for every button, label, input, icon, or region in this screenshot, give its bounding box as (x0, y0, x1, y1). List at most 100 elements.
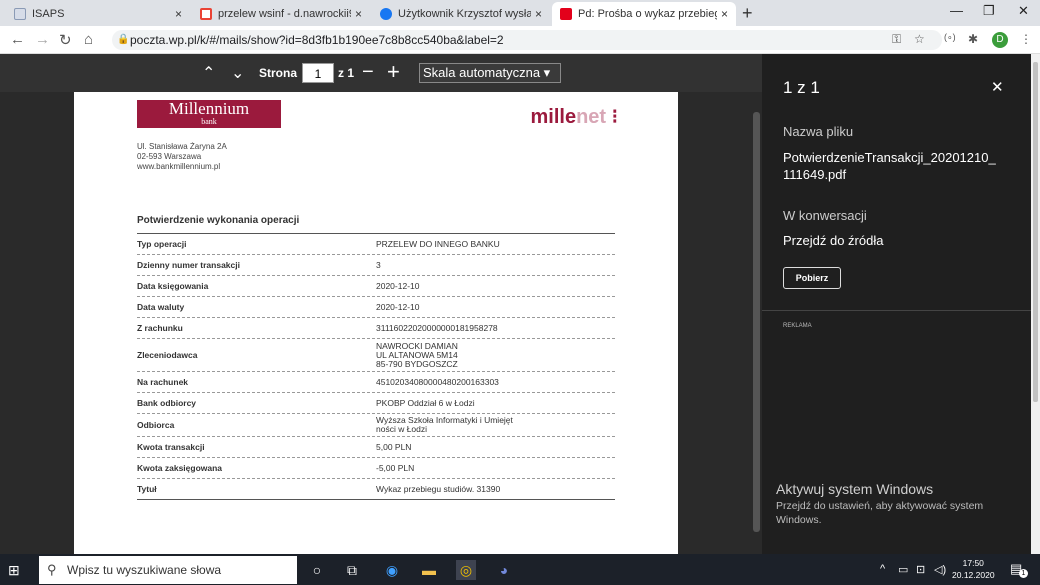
volume-icon[interactable]: ◁) (934, 563, 946, 576)
edge-icon[interactable]: ◉ (382, 560, 402, 580)
table-row: Odbiorca Wyższa Szkoła Informatyki i Umie… (137, 414, 615, 437)
row-value: 31116022020000000181958278 (376, 322, 498, 333)
minimize-button[interactable]: — (950, 3, 963, 18)
activation-body: Przejdź do ustawień, aby aktywować syste… (776, 500, 984, 526)
row-value: Wykaz przebiegu studiów. 31390 (376, 483, 501, 494)
zoom-in-button[interactable]: + (387, 59, 400, 85)
go-to-source-link[interactable]: Przejdź do źródła (783, 232, 883, 249)
table-row: Data księgowania 2020-12-10 (137, 276, 615, 297)
profile-avatar[interactable]: D (992, 32, 1008, 48)
table-row: Tytuł Wykaz przebiegu studiów. 31390 (137, 479, 615, 500)
search-icon: ⚲ (47, 562, 57, 577)
row-key: Kwota transakcji (137, 442, 205, 452)
address-bar: ← → ↻ ⌂ 🔒 poczta.wp.pl/k/#/mails/show?id… (0, 26, 1040, 54)
row-key: Bank odbiorcy (137, 398, 197, 408)
tab-wp-mail[interactable]: Pd: Prośba o wykaz przebiegu stu × (552, 2, 736, 26)
close-icon[interactable]: × (355, 7, 362, 21)
network-icon[interactable]: ⊡ (916, 563, 925, 576)
chevron-up-icon[interactable]: ^ (880, 563, 885, 575)
tab-isaps[interactable]: ISAPS × (6, 2, 190, 26)
puzzle-icon[interactable]: ✱ (968, 32, 978, 46)
new-tab-button[interactable]: + (742, 3, 753, 24)
tab-facebook[interactable]: Użytkownik Krzysztof wysłał wiad × (372, 2, 550, 26)
row-value: 45102034080000480200163303 (376, 376, 499, 387)
star-icon[interactable]: ☆ (914, 32, 925, 46)
table-row: Zleceniodawca NAWROCKI DAMIAN UL ALTANOWA… (137, 339, 615, 372)
row-value: PKOBP Oddział 6 w Łodzi (376, 397, 475, 408)
document-title: Potwierdzenie wykonania operacji (137, 215, 300, 226)
close-icon[interactable]: × (535, 7, 542, 21)
battery-icon[interactable]: ▭ (898, 563, 908, 576)
tab-title: ISAPS (32, 8, 65, 20)
download-button[interactable]: Pobierz (783, 267, 841, 289)
menu-dots-icon[interactable]: ⋮ (1020, 32, 1032, 46)
chrome-icon[interactable]: ◎ (456, 560, 476, 580)
row-value: 2020-12-10 (376, 301, 420, 312)
restore-button[interactable]: ❐ (983, 3, 995, 19)
ad-label: REKLAMA (783, 323, 812, 329)
row-key: Tytuł (137, 484, 157, 494)
file-name-label: Nazwa pliku (783, 124, 854, 139)
taskbar: ⊞ ⚲ Wpisz tu wyszukiwane słowa ○ ⧉ ◉ ▬ ◎… (0, 554, 1040, 585)
search-placeholder: Wpisz tu wyszukiwane słowa (67, 563, 222, 577)
wp-icon (560, 8, 572, 20)
row-key: Na rachunek (137, 377, 189, 387)
page-label: Strona (259, 66, 298, 80)
table-row: Typ operacji PRZELEW DO INNEGO BANKU (137, 234, 615, 255)
cortana-icon[interactable]: ○ (307, 560, 327, 580)
back-arrow-icon[interactable]: ← (10, 31, 25, 48)
table-row: Z rachunku 31116022020000000181958278 (137, 318, 615, 339)
key-icon[interactable]: ⚿ (892, 32, 901, 47)
panel-scrollbar-thumb[interactable] (1033, 62, 1038, 402)
pdf-page: Millennium bank millenet ⁝ Ul. Stanisław… (74, 92, 678, 554)
tab-title: Użytkownik Krzysztof wysłał wiad (398, 8, 531, 20)
table-row: Na rachunek 45102034080000480200163303 (137, 372, 615, 393)
activation-title: Aktywuj system Windows (776, 481, 934, 497)
row-key: Odbiorca (137, 420, 175, 430)
attachment-info-panel: 1 z 1 ✕ Nazwa pliku PotwierdzenieTransak… (762, 54, 1040, 554)
extension-icon[interactable]: (∘) (944, 32, 956, 43)
clock[interactable]: 17:50 20.12.2020 (952, 557, 995, 581)
bank-address: Ul. Stanisława Żaryna 2A 02-593 Warszawa… (137, 142, 227, 171)
lock-icon: 🔒 (117, 34, 130, 45)
facebook-icon (380, 8, 392, 20)
transaction-table: Typ operacji PRZELEW DO INNEGO BANKU Dzie… (137, 234, 615, 500)
next-page-icon[interactable]: ⌄ (231, 63, 244, 83)
previous-page-icon[interactable]: ⌃ (202, 63, 215, 83)
zoom-out-button[interactable]: − (362, 61, 374, 84)
logo-text: Millennium (168, 99, 250, 118)
row-key: Data waluty (137, 302, 185, 312)
clock-date: 20.12.2020 (952, 570, 995, 580)
pdf-scrollbar-thumb[interactable] (753, 112, 760, 532)
row-value: 3 (376, 259, 381, 270)
tab-title: Pd: Prośba o wykaz przebiegu stu (578, 8, 717, 20)
table-row: Kwota zaksięgowana -5,00 PLN (137, 458, 615, 479)
forward-arrow-icon[interactable]: → (35, 31, 50, 48)
taskbar-search[interactable]: ⚲ Wpisz tu wyszukiwane słowa (39, 556, 297, 584)
tab-gmail[interactable]: przelew wsinf - d.nawrockii90@g × (192, 2, 370, 26)
windows-start-icon[interactable]: ⊞ (8, 562, 20, 579)
close-icon[interactable]: × (721, 7, 728, 21)
close-window-button[interactable]: ✕ (1018, 3, 1029, 19)
row-value: 2020-12-10 (376, 280, 420, 291)
tab-strip: ISAPS × przelew wsinf - d.nawrockii90@g … (0, 0, 1040, 26)
close-icon[interactable]: × (175, 7, 182, 21)
attachment-counter: 1 z 1 (783, 78, 820, 97)
row-value: NAWROCKI DAMIAN UL ALTANOWA 5M14 85-790 … (376, 340, 458, 369)
reload-icon[interactable]: ↻ (59, 31, 72, 49)
notification-count-badge: 1 (1019, 569, 1028, 578)
discord-icon[interactable]: ◕ (494, 560, 514, 580)
row-value: Wyższa Szkoła Informatyki i Umiejęt nośc… (376, 415, 513, 434)
dots-icon: ⁝ (611, 106, 618, 128)
url-field[interactable]: 🔒 poczta.wp.pl/k/#/mails/show?id=8d3fb1b… (112, 30, 942, 50)
close-preview-button[interactable]: ✕ (991, 78, 1004, 96)
page-number-input[interactable]: 1 (302, 63, 334, 83)
file-explorer-icon[interactable]: ▬ (419, 560, 439, 580)
zoom-select[interactable]: Skala automatyczna ▾ (419, 63, 561, 83)
row-value: -5,00 PLN (376, 462, 415, 473)
pdf-toolbar: ⌃ ⌄ Strona 1 z 1 − + Skala automatyczna … (0, 54, 762, 92)
logo-part-a: mille (530, 106, 577, 128)
divider (762, 310, 1032, 311)
task-view-icon[interactable]: ⧉ (342, 560, 362, 580)
home-icon[interactable]: ⌂ (84, 31, 93, 48)
